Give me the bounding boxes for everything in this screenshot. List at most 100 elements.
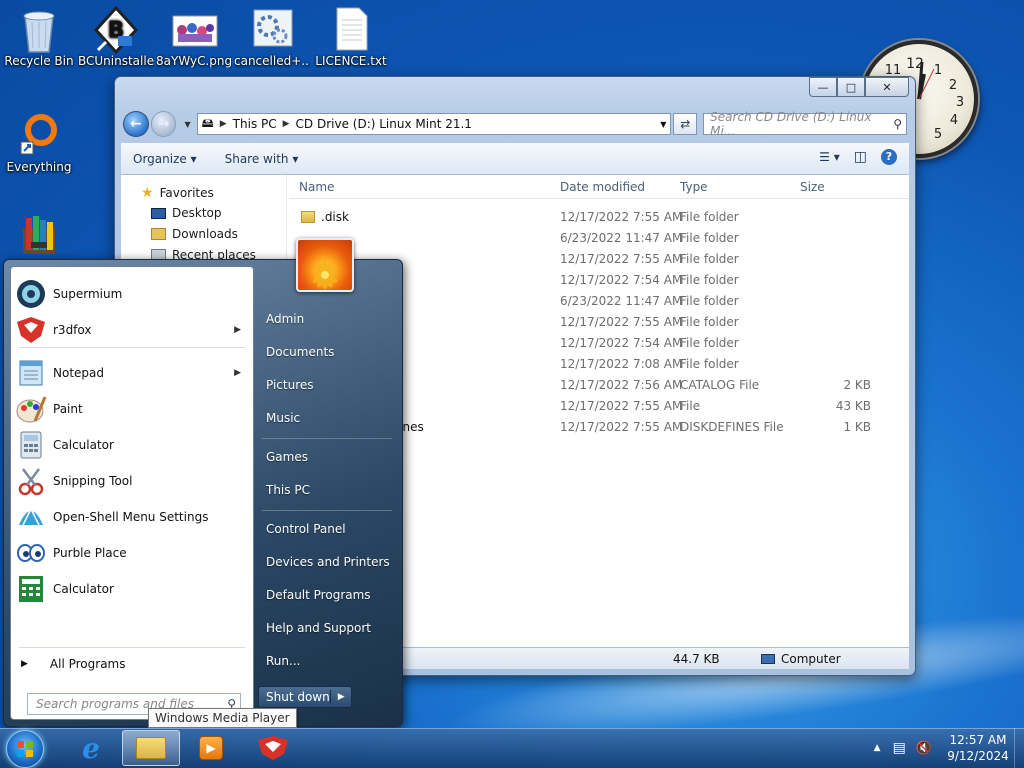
start-program-snipping-tool[interactable]: Snipping Tool [15, 464, 249, 498]
desktop-icon-books[interactable] [1, 214, 77, 262]
close-button[interactable]: ✕ [865, 77, 909, 97]
clock-number: 4 [950, 113, 958, 128]
all-programs-button[interactable]: ▶ All Programs [21, 657, 126, 671]
file-type: File folder [680, 252, 739, 266]
column-size[interactable]: Size [800, 180, 825, 194]
start-place-documents[interactable]: Documents [266, 345, 334, 359]
start-program-open-shell-menu-settings[interactable]: Open-Shell Menu Settings [15, 500, 249, 534]
taskbar-internet-explorer[interactable]: e [62, 730, 120, 766]
windows-logo-icon [17, 741, 33, 757]
desktop-icon-label: 8aYWyC.png [156, 54, 232, 68]
open-shell-icon [15, 501, 47, 533]
calculator-green-icon [15, 573, 47, 605]
desktop-icon-bcuninstaller[interactable]: B BCUninstaller [78, 5, 154, 68]
nav-item-downloads[interactable]: Downloads [151, 227, 238, 241]
separator [19, 647, 245, 648]
clock-time: 12:57 AM [949, 733, 1007, 747]
desktop-icon-everything[interactable]: Everything [1, 112, 77, 174]
favorites-item[interactable]: ★ Favorites [141, 185, 214, 201]
start-place-pictures[interactable]: Pictures [266, 378, 314, 392]
start-button[interactable] [6, 730, 44, 768]
user-picture[interactable] [296, 238, 354, 292]
start-place-default-programs[interactable]: Default Programs [266, 588, 371, 602]
paint-icon [15, 393, 47, 425]
clock-number: 3 [956, 95, 964, 110]
start-program-paint[interactable]: Paint [15, 392, 249, 426]
start-program-calculator[interactable]: Calculator [15, 572, 249, 606]
shutdown-options-arrow-icon[interactable]: ▶ [331, 692, 351, 702]
share-with-button[interactable]: Share with ▾ [225, 152, 299, 166]
forward-button[interactable]: → [150, 111, 177, 137]
desktop-icon-image-file[interactable]: 8aYWyC.png [156, 6, 232, 68]
refresh-button[interactable]: ⇄ [673, 113, 698, 135]
start-program-supermium[interactable]: Supermium [15, 277, 249, 311]
column-date-modified[interactable]: Date modified [560, 180, 645, 194]
address-bar[interactable]: 🖴 ▶ This PC ▶ CD Drive (D:) Linux Mint 2… [196, 113, 672, 135]
submenu-arrow-icon: ▶ [234, 325, 241, 335]
start-place-games[interactable]: Games [266, 450, 308, 464]
breadcrumb-separator-icon: ▶ [219, 119, 227, 129]
start-program-calculator[interactable]: Calculator [15, 428, 249, 462]
help-icon[interactable]: ? [881, 149, 897, 165]
system-tray: ▲ ▤ 🔇 12:57 AM 9/12/2024 [874, 728, 1024, 768]
taskbar-r3dfox[interactable] [244, 730, 302, 766]
file-row[interactable]: 6/23/2022 11:47 AM File folder [289, 228, 909, 249]
desktop-icon-text-file[interactable]: LICENCE.txt [313, 6, 389, 68]
start-place-music[interactable]: Music [266, 411, 300, 425]
show-hidden-icons-icon[interactable]: ▲ [874, 743, 881, 753]
text-file-icon [329, 6, 373, 51]
network-icon[interactable]: ▤ [893, 740, 906, 756]
search-icon: ⚲ [893, 117, 902, 131]
breadcrumb-this-pc[interactable]: This PC [229, 117, 281, 131]
minimize-button[interactable]: — [809, 77, 837, 97]
status-location: Computer [761, 652, 841, 666]
star-icon: ★ [141, 185, 154, 201]
address-dropdown-icon[interactable]: ▼ [660, 120, 670, 129]
start-place-control-panel[interactable]: Control Panel [266, 522, 346, 536]
column-name[interactable]: Name [299, 180, 334, 194]
preview-pane-icon[interactable]: ◫ [854, 149, 867, 165]
nav-item-desktop[interactable]: Desktop [151, 206, 222, 220]
breadcrumb-cd-drive[interactable]: CD Drive (D:) Linux Mint 21.1 [292, 117, 476, 131]
search-input[interactable]: Search CD Drive (D:) Linux Mi... ⚲ [703, 110, 907, 138]
start-place-run[interactable]: Run... [266, 654, 300, 668]
file-date: 12/17/2022 7:55 AM [560, 315, 683, 329]
folder-icon [301, 211, 315, 223]
recent-pages-dropdown[interactable]: ▼ [184, 120, 190, 129]
back-button[interactable]: ← [123, 111, 149, 137]
r3dfox-icon [258, 736, 288, 760]
start-place-admin[interactable]: Admin [266, 312, 304, 326]
command-bar: Organize ▾ Share with ▾ ☰ ▾ ◫ ? [121, 143, 909, 175]
program-label: Paint [53, 402, 83, 416]
organize-button[interactable]: Organize ▾ [133, 152, 197, 166]
start-program-purble-place[interactable]: Purble Place [15, 536, 249, 570]
show-desktop-button[interactable] [1014, 728, 1024, 768]
clock[interactable]: 12:57 AM 9/12/2024 [942, 732, 1014, 764]
maximize-button[interactable]: □ [837, 77, 865, 97]
recycle-bin-icon [17, 6, 61, 53]
clock-number: 5 [934, 127, 942, 142]
start-menu-programs-panel: Supermium r3dfox ▶ Notepad ▶ Paint Calculator S… [10, 266, 254, 720]
start-place-help-and-support[interactable]: Help and Support [266, 621, 371, 635]
desktop-icon-settings-file[interactable]: cancelled+... [234, 6, 310, 68]
column-type[interactable]: Type [680, 180, 708, 194]
taskbar-file-explorer[interactable] [122, 730, 180, 766]
start-program-r3dfox[interactable]: r3dfox ▶ [15, 313, 249, 347]
start-place-devices-and-printers[interactable]: Devices and Printers [266, 555, 390, 569]
file-row[interactable]: .disk 12/17/2022 7:55 AM File folder [289, 207, 909, 228]
volume-muted-icon[interactable]: 🔇 [916, 741, 932, 756]
settings-file-icon [250, 6, 294, 50]
shut-down-button[interactable]: Shut down ▶ [258, 686, 352, 708]
image-file-icon [172, 6, 218, 50]
desktop-icon-label: cancelled+... [234, 54, 310, 68]
file-date: 12/17/2022 7:56 AM [560, 378, 683, 392]
start-program-notepad[interactable]: Notepad ▶ [15, 356, 249, 390]
view-options-icon[interactable]: ☰ ▾ [819, 150, 840, 164]
taskbar-windows-media-player[interactable]: ▶ [182, 730, 240, 766]
notepad-icon [15, 357, 47, 389]
program-label: Open-Shell Menu Settings [53, 510, 209, 524]
clock-date: 9/12/2024 [947, 749, 1009, 763]
desktop-icon-recycle-bin[interactable]: Recycle Bin [1, 6, 77, 68]
start-place-this-pc[interactable]: This PC [266, 483, 310, 497]
arrow-right-icon: ▶ [21, 659, 28, 669]
